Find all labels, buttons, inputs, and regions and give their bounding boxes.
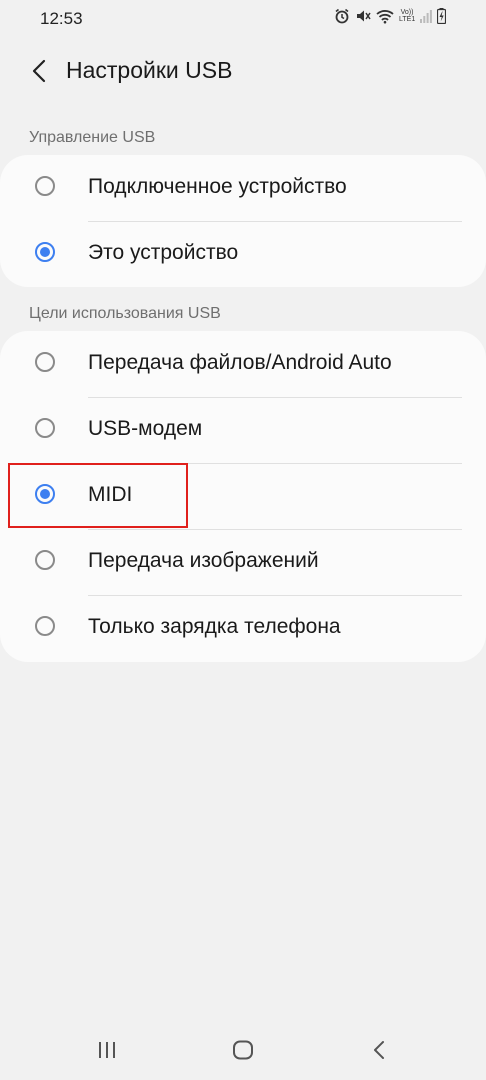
status-time: 12:53 (40, 9, 83, 28)
option-usb-modem[interactable]: USB-модем (0, 397, 486, 463)
recent-apps-icon (99, 1042, 115, 1058)
navigation-bar (0, 1020, 486, 1080)
status-icons: Vo)) LTE1 (334, 8, 446, 24)
option-file-transfer[interactable]: Передача файлов/Android Auto (0, 331, 486, 397)
chevron-left-icon (32, 59, 46, 83)
section-label-usb-purpose: Цели использования USB (29, 305, 221, 322)
status-bar: 12:53 Vo)) LTE1 (0, 0, 486, 38)
option-label: Это устройство (88, 241, 239, 264)
radio-this-device[interactable] (35, 242, 55, 262)
radio-charging-only[interactable] (35, 616, 55, 636)
option-label: Только зарядка телефона (88, 615, 341, 638)
battery-charging-icon (437, 8, 446, 24)
option-label: USB-модем (88, 417, 203, 440)
recent-apps-button[interactable] (87, 1032, 127, 1068)
section-label-usb-control: Управление USB (29, 129, 156, 146)
option-label: Передача файлов/Android Auto (88, 351, 392, 374)
page-title: Настройки USB (66, 57, 233, 83)
alarm-icon (334, 8, 350, 24)
option-label: Подключенное устройство (88, 175, 347, 198)
option-charging-only[interactable]: Только зарядка телефона (0, 595, 486, 661)
mute-icon (355, 8, 371, 24)
home-icon (233, 1040, 253, 1060)
radio-usb-modem[interactable] (35, 418, 55, 438)
signal-icon (420, 9, 432, 23)
nav-back-button[interactable] (359, 1032, 399, 1068)
option-connected-device[interactable]: Подключенное устройство (0, 155, 486, 221)
option-this-device[interactable]: Это устройство (0, 221, 486, 287)
wifi-icon (376, 9, 394, 24)
option-label: Передача изображений (88, 549, 319, 572)
volte-icon: Vo)) LTE1 (399, 9, 416, 23)
home-button[interactable] (223, 1032, 263, 1068)
highlight-box (8, 463, 188, 528)
option-image-transfer[interactable]: Передача изображений (0, 529, 486, 595)
app-header: Настройки USB (0, 44, 486, 98)
back-button[interactable] (22, 54, 56, 88)
back-icon (374, 1041, 384, 1059)
usb-control-card: Подключенное устройство Это устройство (0, 155, 486, 287)
radio-image-transfer[interactable] (35, 550, 55, 570)
radio-file-transfer[interactable] (35, 352, 55, 372)
radio-connected-device[interactable] (35, 176, 55, 196)
